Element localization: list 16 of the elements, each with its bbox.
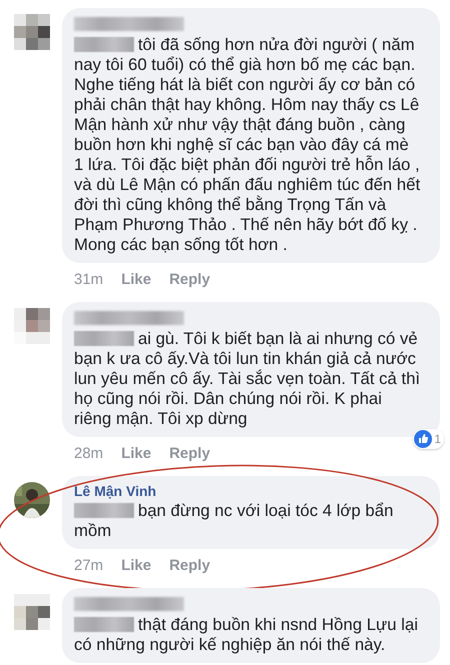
timestamp[interactable]: 27m	[74, 557, 104, 574]
reaction-badge[interactable]: 1	[413, 429, 444, 449]
action-link[interactable]: Like	[121, 557, 152, 574]
comment-text: ai gù. Tôi k biết bạn là ai nhưng có vẻ bạn k ưa cô ấy.Và tôi lun tin khán giả cả nước lun yêu mến cô ấy. Tài sắc vẹn toàn. Tất cả thì họ cũng nói rồi. Dân chúng nói rồi. K phai riêng mận. Tôi xp dừng	[74, 329, 420, 428]
action-link[interactable]: Reply	[169, 271, 210, 288]
comment-text: tôi đã sống hơn nửa đời người ( năm nay tôi 60 tuổi) có thể già hơn bố mẹ các bạn. Nghe tiếng hát là biết con người ấy cơ bản có phải chân thật hay không. Hôm nay thấy cs Lê Mận hành xử như vậy thật đáng buồn , càng buồn hơn khi nghệ sĩ các bạn vào đây cá mè 1 lứa. Tôi đặc biệt phản đối người trẻ hỗn láo , và dù Lê Mận có phấn đấu nghiêm túc đến hết đời thì cũng không thể bằng Trọng Tấn và Phạm Phương Thảo . Thế nên hãy bớt đố kỵ . Mong các bạn sống tốt hơn .	[74, 35, 420, 254]
comment-text: bạn đừng nc với loại tóc 4 lớp bẩn mồm	[74, 501, 394, 540]
timestamp[interactable]: 28m	[74, 445, 104, 462]
action-link[interactable]: Like	[121, 271, 152, 288]
like-icon	[414, 430, 432, 448]
action-link[interactable]: Reply	[169, 445, 210, 462]
author-link[interactable]: Lê Mận Vinh	[74, 483, 156, 499]
action-link[interactable]: Reply	[169, 557, 210, 574]
action-link[interactable]: Like	[121, 445, 152, 462]
comment-text: thật đáng buồn khi nsnd Hồng Lựu lại có những người kế nghiệp ăn nói thế này.	[74, 615, 418, 654]
timestamp[interactable]: 31m	[74, 271, 104, 288]
